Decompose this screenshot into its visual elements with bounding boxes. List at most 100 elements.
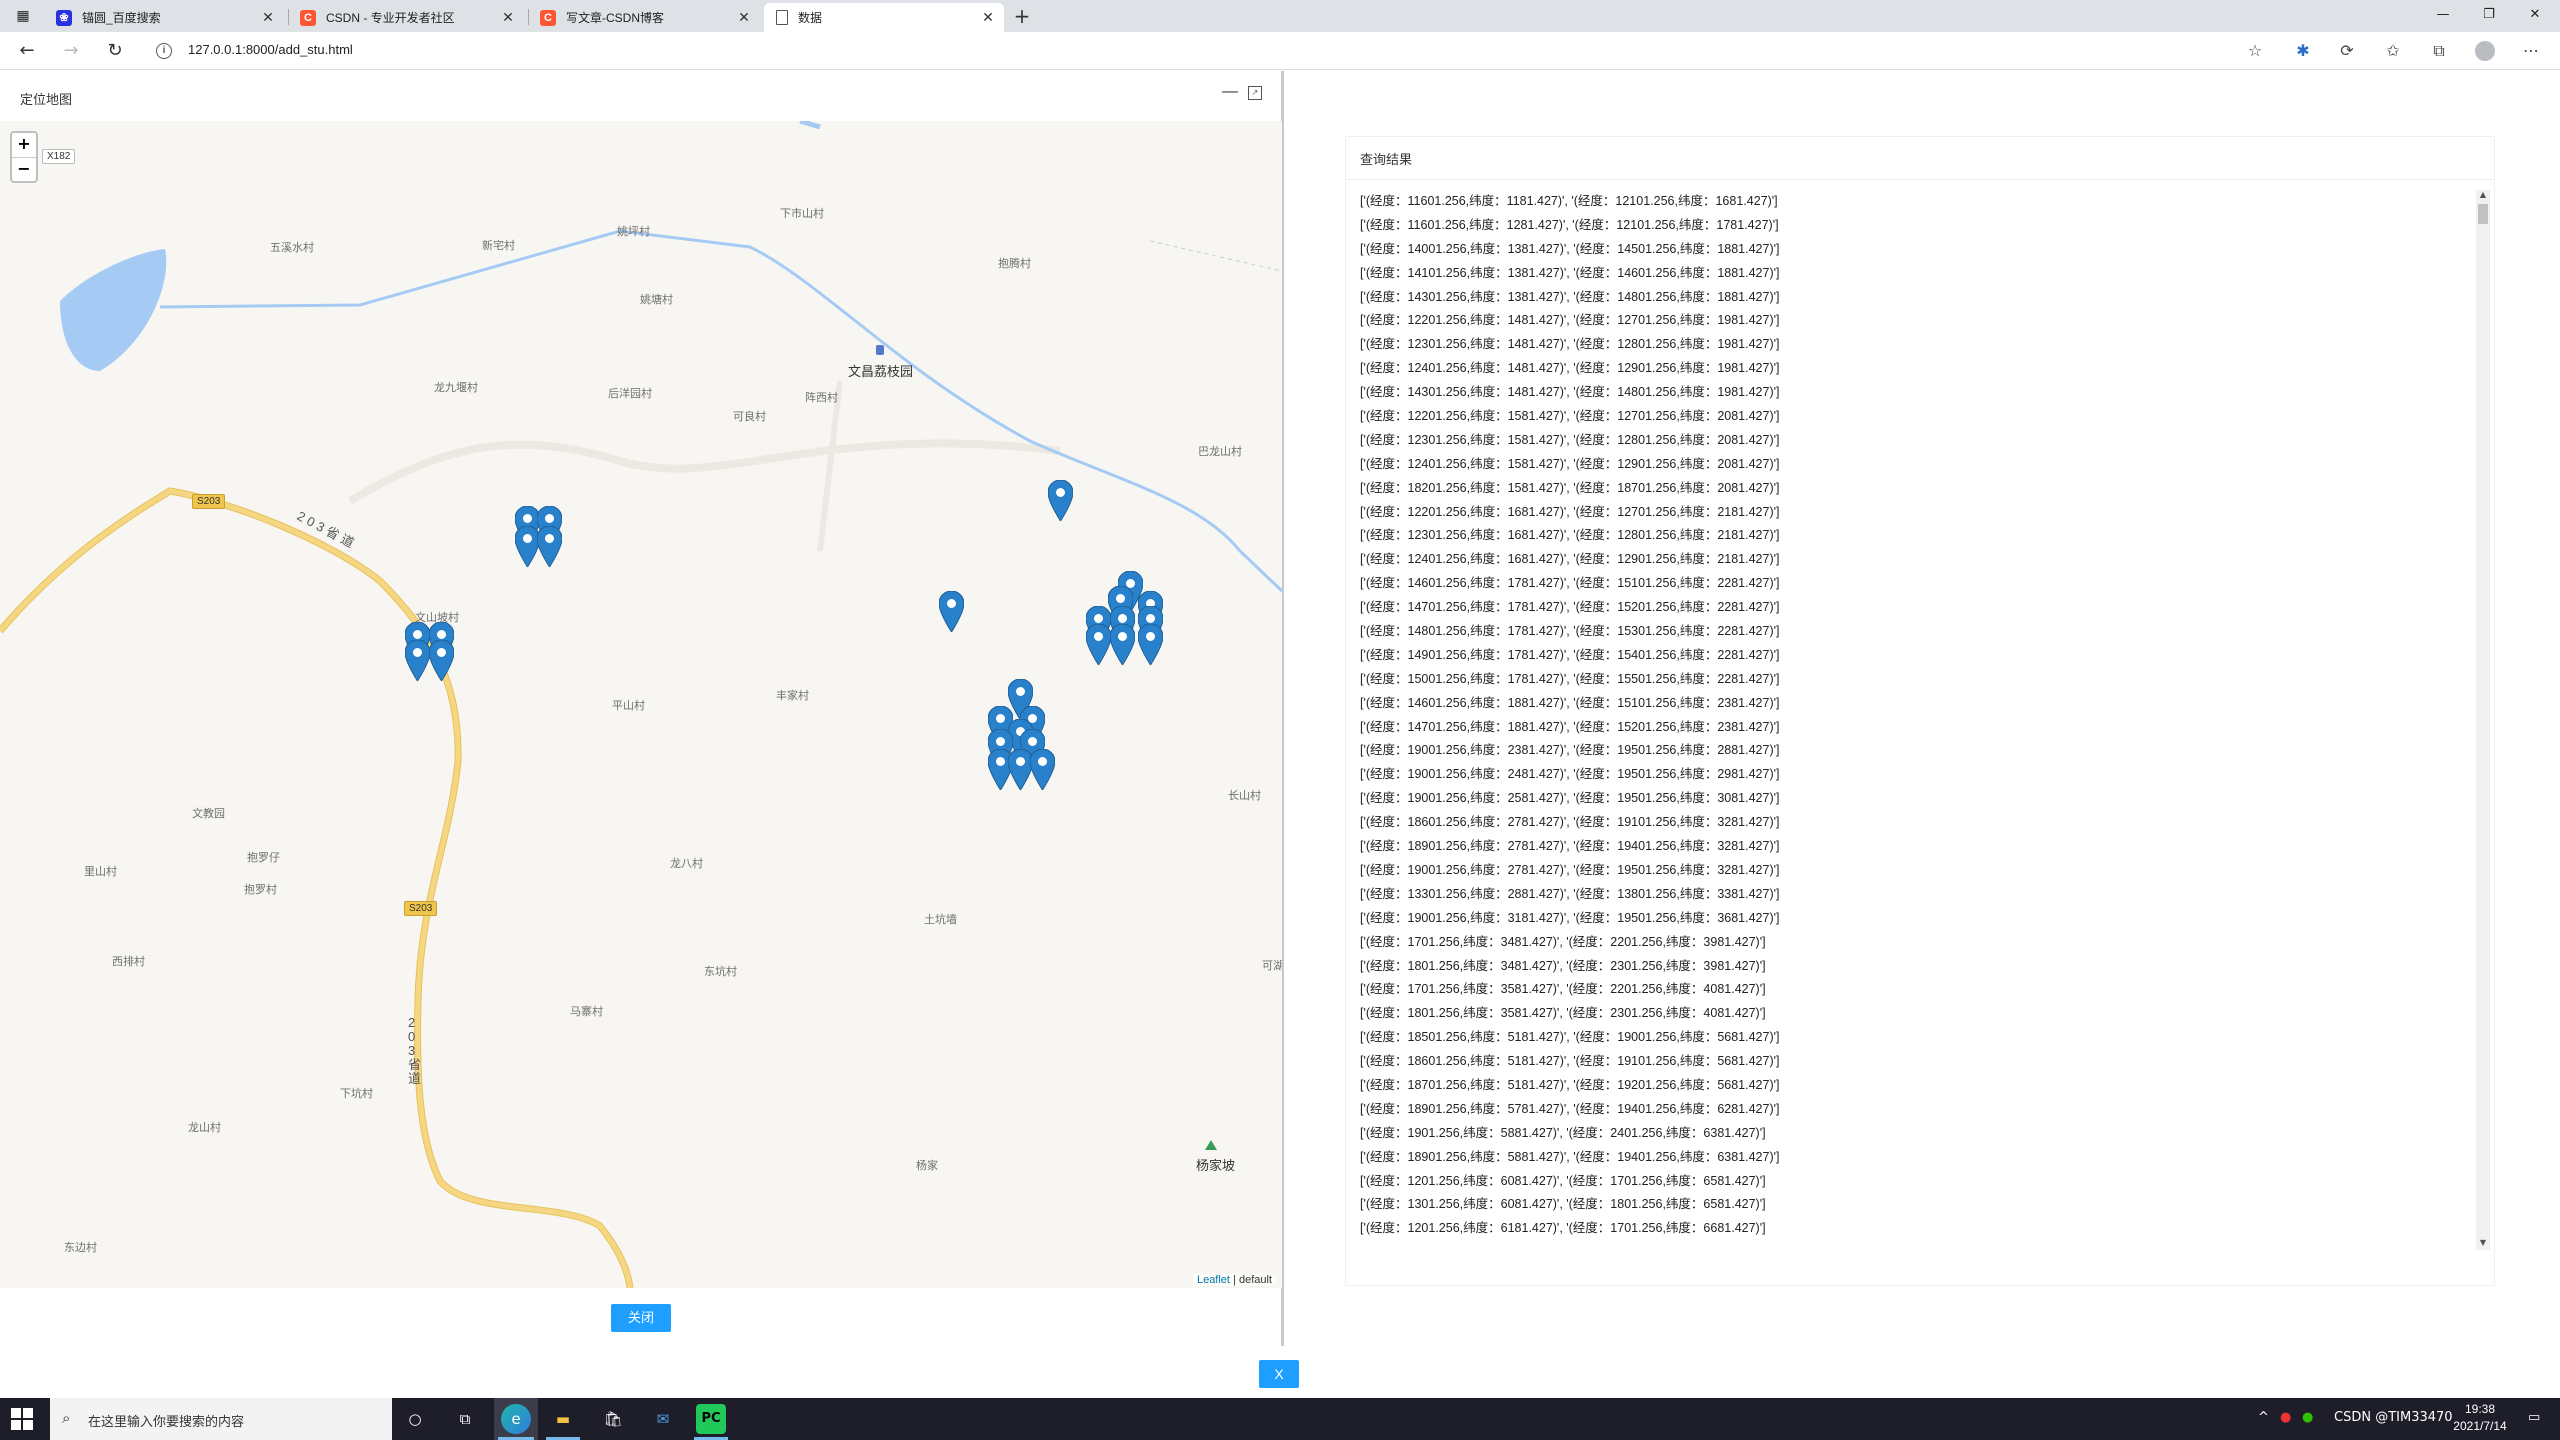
result-line: ['(经度：18501.256,纬度：5181.427)', '(经度：1900… (1360, 1030, 1780, 1045)
result-line: ['(经度：14101.256,纬度：1381.427)', '(经度：1460… (1360, 265, 1780, 280)
leaflet-link[interactable]: Leaflet (1197, 1274, 1230, 1286)
page-content: 定位地图 — ↗ X182 S203 S203 2 0 3 省 道 2 0 3 … (0, 71, 2560, 1398)
place-label: 抱罗村 (244, 884, 277, 896)
pycharm-icon[interactable]: PC (696, 1404, 726, 1434)
result-line: ['(经度：1801.256,纬度：3481.427)', '(经度：2301.… (1360, 958, 1766, 973)
map-marker-pin[interactable] (1086, 624, 1111, 665)
result-line: ['(经度：18701.256,纬度：5181.427)', '(经度：1920… (1360, 1077, 1780, 1092)
map-marker-pin[interactable] (537, 526, 562, 567)
tab-baidu[interactable]: ❀ 锚圆_百度搜索 ✕ (44, 3, 284, 32)
system-clock[interactable]: 19:38 2021/7/14 (2440, 1401, 2520, 1435)
zoom-control: + − (10, 131, 38, 183)
close-icon[interactable]: ✕ (734, 10, 754, 26)
search-placeholder: 在这里输入你要搜索的内容 (88, 1414, 245, 1429)
result-line: ['(经度：1701.256,纬度：3481.427)', '(经度：2201.… (1360, 934, 1766, 949)
map-marker-pin[interactable] (1030, 749, 1055, 790)
refresh-icon[interactable]: ↻ (102, 39, 128, 63)
place-label: 阵西村 (805, 392, 838, 404)
close-button[interactable]: 关闭 (611, 1304, 671, 1332)
collections-icon[interactable]: ⧉ (2426, 39, 2452, 63)
tab-actions-menu-icon[interactable]: ▦ (10, 6, 36, 26)
minimize-icon[interactable]: — (1222, 84, 1238, 101)
clock-date: 2021/7/14 (2453, 1419, 2507, 1433)
close-window-icon[interactable]: ✕ (2512, 0, 2558, 32)
place-label: 马寨村 (570, 1006, 603, 1018)
profile-avatar-icon[interactable] (2472, 39, 2498, 63)
taskbar-search-box[interactable]: ⌕ 在这里输入你要搜索的内容 (50, 1398, 392, 1440)
place-label: 丰家村 (776, 690, 809, 702)
result-line: ['(经度：12201.256,纬度：1681.427)', '(经度：1270… (1360, 504, 1780, 519)
place-label: 抱罗仔 (247, 852, 280, 864)
result-line: ['(经度：19001.256,纬度：2781.427)', '(经度：1950… (1360, 862, 1780, 877)
maximize-icon[interactable]: ↗ (1248, 86, 1262, 100)
map-marker-pin[interactable] (939, 591, 964, 632)
place-label: 可良村 (733, 411, 766, 423)
road-label-s203: S203 (192, 494, 226, 509)
result-line: ['(经度：12201.256,纬度：1581.427)', '(经度：1270… (1360, 409, 1780, 424)
cortana-icon[interactable]: ○ (400, 1404, 430, 1434)
mail-icon[interactable]: ✉ (648, 1404, 678, 1434)
scrollbar[interactable]: ▲ ▼ (2476, 190, 2490, 1250)
tray-watermark-text: CSDN @TIM33470 (2334, 1410, 2453, 1425)
place-label: 杨家 (916, 1160, 938, 1172)
result-line: ['(经度：12401.256,纬度：1681.427)', '(经度：1290… (1360, 552, 1780, 567)
result-line: ['(经度：14301.256,纬度：1481.427)', '(经度：1480… (1360, 385, 1780, 400)
store-icon[interactable]: 🛍 (598, 1404, 628, 1434)
more-menu-icon[interactable]: ⋯ (2518, 39, 2544, 63)
place-label: 新宅村 (482, 240, 515, 252)
edge-browser-icon[interactable]: e (501, 1404, 531, 1434)
extension-icon[interactable]: ✱ (2290, 39, 2316, 63)
scroll-down-icon[interactable]: ▼ (2476, 1238, 2490, 1250)
url-field[interactable]: 127.0.0.1:8000/add_stu.html (188, 42, 353, 57)
place-label: 后洋园村 (608, 388, 652, 400)
result-line: ['(经度：19001.256,纬度：2481.427)', '(经度：1950… (1360, 767, 1780, 782)
tray-app-icon[interactable]: ● (2280, 1410, 2291, 1425)
map-marker-pin[interactable] (1110, 624, 1135, 665)
leaflet-map[interactable]: X182 S203 S203 2 0 3 省 道 2 0 3 省 道 五溪水村 … (0, 121, 1282, 1288)
tray-chevron-icon[interactable]: ^ (2258, 1410, 2269, 1425)
restore-window-icon[interactable]: ❐ (2466, 0, 2512, 32)
zoom-in-button[interactable]: + (12, 133, 36, 157)
tab-csdn-write[interactable]: C 写文章-CSDN博客 ✕ (528, 3, 760, 32)
result-line: ['(经度：14701.256,纬度：1781.427)', '(经度：1520… (1360, 600, 1780, 615)
file-explorer-icon[interactable]: ▬ (548, 1404, 578, 1434)
windows-start-icon[interactable] (10, 1407, 34, 1431)
page-icon (776, 10, 788, 25)
map-dialog: 定位地图 — ↗ X182 S203 S203 2 0 3 省 道 2 0 3 … (0, 71, 1284, 1346)
place-label: 土坑墙 (924, 914, 957, 926)
address-bar: ← → ↻ i 127.0.0.1:8000/add_stu.html ☆ ✱ … (0, 32, 2560, 70)
tab-csdn-community[interactable]: C CSDN - 专业开发者社区 ✕ (288, 3, 524, 32)
map-marker-pin[interactable] (1138, 624, 1163, 665)
back-arrow-icon[interactable]: ← (14, 39, 40, 63)
zoom-out-button[interactable]: − (12, 157, 36, 181)
close-icon[interactable]: ✕ (978, 10, 998, 26)
map-dialog-header: 定位地图 — ↗ (0, 71, 1282, 121)
results-list[interactable]: ['(经度：11601.256,纬度：1181.427)', '(经度：1210… (1360, 190, 2470, 1250)
tab-data[interactable]: 数据 ✕ (764, 3, 1004, 32)
notification-icon[interactable]: ▭ (2528, 1410, 2540, 1425)
close-x-button[interactable]: X (1259, 1360, 1299, 1388)
place-label: 龙八村 (670, 858, 703, 870)
add-favorite-icon[interactable]: ☆ (2242, 39, 2268, 63)
map-marker-pin[interactable] (1048, 480, 1073, 521)
wechat-icon[interactable]: ● (2302, 1410, 2313, 1425)
attribution-text: | default (1233, 1274, 1272, 1286)
new-tab-button[interactable]: + (1010, 5, 1034, 29)
result-line: ['(经度：18901.256,纬度：5881.427)', '(经度：1940… (1360, 1149, 1780, 1164)
forward-arrow-icon[interactable]: → (58, 39, 84, 63)
scroll-up-icon[interactable]: ▲ (2476, 190, 2490, 202)
result-line: ['(经度：18201.256,纬度：1581.427)', '(经度：1870… (1360, 480, 1780, 495)
place-label: 西排村 (112, 956, 145, 968)
map-marker-pin[interactable] (429, 640, 454, 681)
map-marker-pin[interactable] (405, 640, 430, 681)
poi-icon (876, 345, 884, 355)
task-view-icon[interactable]: ⧉ (450, 1404, 480, 1434)
site-info-icon[interactable]: i (156, 43, 172, 59)
favorites-icon[interactable]: ✩ (2380, 39, 2406, 63)
scroll-thumb[interactable] (2478, 204, 2488, 224)
map-attribution: Leaflet | default (1192, 1274, 1276, 1286)
extensions-puzzle-icon[interactable]: ⟳ (2334, 39, 2360, 63)
minimize-window-icon[interactable]: — (2420, 0, 2466, 32)
close-icon[interactable]: ✕ (258, 10, 278, 26)
close-icon[interactable]: ✕ (498, 10, 518, 26)
